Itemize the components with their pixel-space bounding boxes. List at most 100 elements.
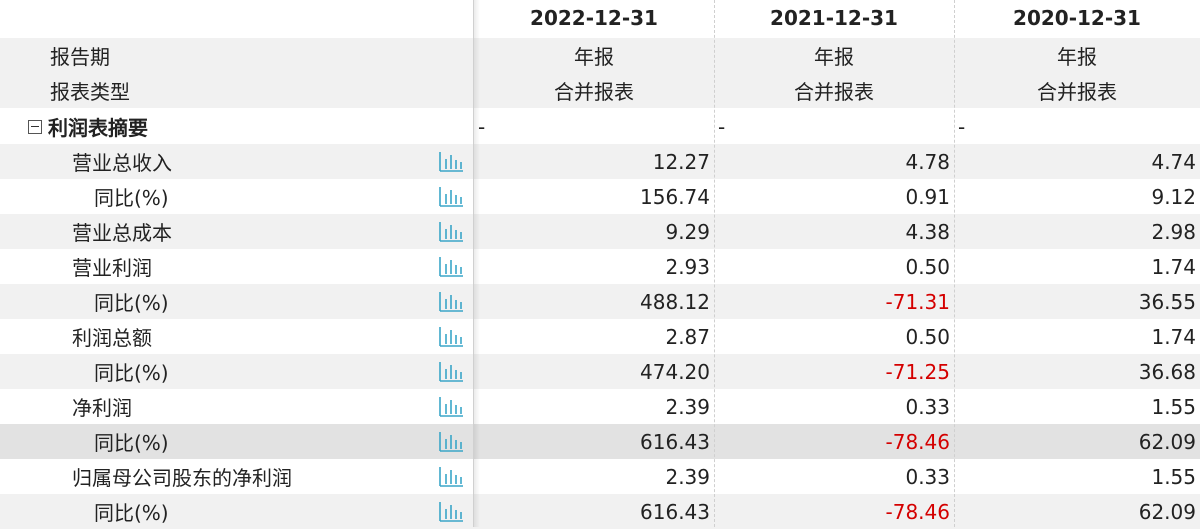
row-label: 同比(%)	[94, 501, 169, 525]
value-cell: 2.98	[954, 214, 1200, 249]
value-cell: 156.74	[474, 179, 714, 214]
table-row: 净利润 2.39 0.33 1.55	[0, 389, 1200, 424]
row-label: 净利润	[72, 396, 132, 420]
cell-value: -	[718, 114, 726, 139]
row-label: 利润总额	[72, 326, 152, 350]
value-cell: -	[954, 109, 1200, 144]
cell-value: 616.43	[640, 499, 710, 524]
header-period-2: 2021-12-31	[714, 0, 954, 35]
value-cell: 9.12	[954, 179, 1200, 214]
header-label-cell	[0, 0, 474, 35]
row-label: 报告期	[50, 45, 110, 69]
value-cell: 0.50	[714, 249, 954, 284]
financial-table: 2022-12-31 2021-12-31 2020-12-31 报告期 年报 …	[0, 0, 1200, 529]
header-period-1: 2022-12-31	[474, 0, 714, 35]
value-cell: 488.12	[474, 284, 714, 319]
cell-value: 62.09	[1138, 499, 1196, 524]
value-cell: 616.43	[474, 494, 714, 529]
cell-value: -	[958, 114, 966, 139]
value-cell: 年报	[474, 38, 714, 73]
cell-value: 合并报表	[794, 80, 874, 104]
bar-chart-icon[interactable]	[438, 465, 464, 488]
row-label: 同比(%)	[94, 431, 169, 455]
row-label-cell: 同比(%)	[0, 424, 474, 459]
bar-chart-icon[interactable]	[438, 150, 464, 173]
cell-value: 12.27	[652, 149, 710, 174]
value-cell: 1.55	[954, 389, 1200, 424]
cell-value: 0.91	[905, 184, 950, 209]
cell-value: 4.38	[905, 219, 950, 244]
cell-value: -78.46	[885, 429, 950, 454]
row-label-cell: 同比(%)	[0, 179, 474, 214]
value-cell: -	[474, 109, 714, 144]
cell-value: 2.98	[1151, 219, 1196, 244]
cell-value: 合并报表	[554, 80, 634, 104]
cell-value: 年报	[1057, 45, 1097, 69]
value-cell: 9.29	[474, 214, 714, 249]
cell-value: 1.74	[1151, 324, 1196, 349]
table-row: 营业总收入 12.27 4.78 4.74	[0, 144, 1200, 179]
cell-value: 9.12	[1151, 184, 1196, 209]
bar-chart-icon[interactable]	[438, 325, 464, 348]
row-label-cell: 营业总收入	[0, 144, 474, 179]
period-date: 2022-12-31	[530, 5, 658, 30]
table-row: 同比(%) 474.20 -71.25 36.68	[0, 354, 1200, 389]
cell-value: 488.12	[640, 289, 710, 314]
table-row: 同比(%) 616.43 -78.46 62.09	[0, 424, 1200, 459]
value-cell: 616.43	[474, 424, 714, 459]
table-row: 营业利润 2.93 0.50 1.74	[0, 249, 1200, 284]
cell-value: 0.50	[905, 324, 950, 349]
bar-chart-icon[interactable]	[438, 430, 464, 453]
cell-value: 4.78	[905, 149, 950, 174]
value-cell: 0.91	[714, 179, 954, 214]
cell-value: 62.09	[1138, 429, 1196, 454]
value-cell: 62.09	[954, 424, 1200, 459]
cell-value: 36.68	[1138, 359, 1196, 384]
value-cell: 0.33	[714, 459, 954, 494]
bar-chart-icon[interactable]	[438, 255, 464, 278]
bar-chart-icon[interactable]	[438, 220, 464, 243]
section-label: 利润表摘要	[48, 116, 148, 140]
value-cell: 4.78	[714, 144, 954, 179]
row-label-cell: 同比(%)	[0, 284, 474, 319]
table-row: 同比(%) 616.43 -78.46 62.09	[0, 494, 1200, 529]
value-cell: 合并报表	[954, 73, 1200, 108]
section-row[interactable]: 利润表摘要 - - -	[0, 109, 1200, 144]
row-label-cell: 净利润	[0, 389, 474, 424]
bar-chart-icon[interactable]	[438, 185, 464, 208]
row-label: 营业总收入	[72, 151, 172, 175]
row-label-cell: 报告期	[0, 38, 474, 73]
bar-chart-icon[interactable]	[438, 360, 464, 383]
cell-value: 2.93	[665, 254, 710, 279]
report-period-row: 报告期 年报 年报 年报	[0, 38, 1200, 73]
bar-chart-icon[interactable]	[438, 395, 464, 418]
value-cell: 合并报表	[714, 73, 954, 108]
header-period-3: 2020-12-31	[954, 0, 1200, 35]
cell-value: 年报	[814, 45, 854, 69]
section-label-cell[interactable]: 利润表摘要	[0, 109, 474, 144]
value-cell: -71.25	[714, 354, 954, 389]
column-divider	[714, 0, 715, 527]
cell-value: 36.55	[1138, 289, 1196, 314]
cell-value: 0.33	[905, 394, 950, 419]
bar-chart-icon[interactable]	[438, 500, 464, 523]
cell-value: 474.20	[640, 359, 710, 384]
value-cell: -71.31	[714, 284, 954, 319]
value-cell: -78.46	[714, 424, 954, 459]
value-cell: 0.33	[714, 389, 954, 424]
value-cell: 4.74	[954, 144, 1200, 179]
value-cell: 62.09	[954, 494, 1200, 529]
bar-chart-icon[interactable]	[438, 290, 464, 313]
cell-value: 0.33	[905, 464, 950, 489]
collapse-icon[interactable]	[28, 119, 42, 134]
cell-value: 4.74	[1151, 149, 1196, 174]
cell-value: 2.39	[665, 394, 710, 419]
cell-value: -71.25	[885, 359, 950, 384]
row-label: 营业利润	[72, 256, 152, 280]
value-cell: 36.55	[954, 284, 1200, 319]
row-label: 同比(%)	[94, 361, 169, 385]
value-cell: 2.93	[474, 249, 714, 284]
report-type-row: 报表类型 合并报表 合并报表 合并报表	[0, 73, 1200, 108]
row-label-cell: 营业利润	[0, 249, 474, 284]
value-cell: 合并报表	[474, 73, 714, 108]
